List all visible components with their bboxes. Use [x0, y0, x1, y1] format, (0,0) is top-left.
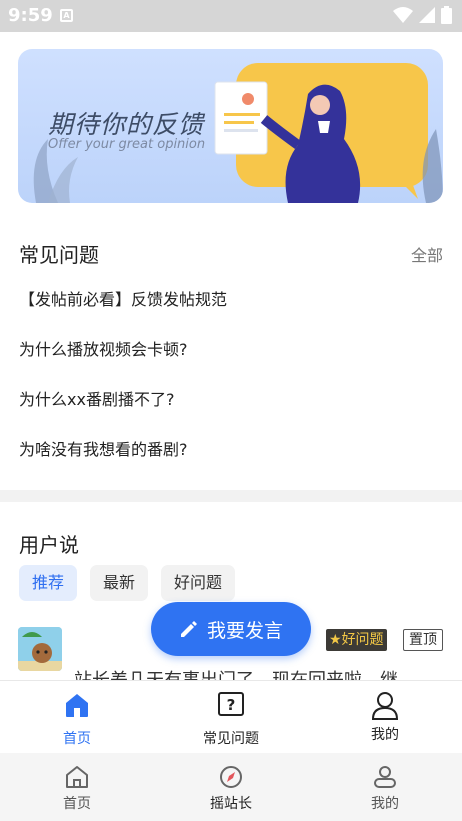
- good-question-badge: ★好问题: [326, 629, 387, 651]
- pinned-badge: 置顶: [403, 629, 443, 651]
- tab-faq-label: 常见问题: [203, 731, 259, 747]
- faq-item[interactable]: 为什么播放视频会卡顿?: [19, 336, 188, 360]
- nav-mine[interactable]: 我的: [308, 753, 462, 821]
- post-comment-button[interactable]: 我要发言: [151, 602, 311, 656]
- status-bar: 9:59 A: [0, 0, 462, 32]
- wifi-icon: [393, 7, 413, 23]
- tab-bar: 首页 ? 常见问题 我的: [0, 680, 462, 753]
- notification-icon: A: [60, 9, 73, 22]
- tab-faq[interactable]: ? 常见问题: [154, 681, 308, 754]
- nav-shake-owner[interactable]: 摇站长: [154, 753, 308, 821]
- tab-home[interactable]: 首页: [0, 681, 154, 754]
- tab-home-label: 首页: [63, 731, 91, 747]
- bottom-navigation: 首页 摇站长 我的: [0, 753, 462, 821]
- feedback-banner[interactable]: 期待你的反馈 Offer your great opinion: [18, 49, 443, 203]
- svg-text:?: ?: [227, 696, 236, 714]
- faq-item[interactable]: 为啥没有我想看的番剧?: [19, 436, 188, 460]
- banner-title: 期待你的反馈: [48, 110, 205, 139]
- star-icon: ★: [329, 632, 342, 648]
- user-icon: [374, 766, 396, 788]
- filter-chip-good-question[interactable]: 好问题: [161, 565, 236, 601]
- signal-icon: [419, 7, 435, 23]
- question-icon: ?: [218, 692, 244, 716]
- battery-icon: [441, 6, 452, 24]
- nav-mine-label: 我的: [371, 796, 399, 812]
- avatar[interactable]: [18, 627, 62, 671]
- post-comment-label: 我要发言: [206, 619, 283, 642]
- faq-item[interactable]: 【发帖前必看】反馈发帖规范: [19, 286, 227, 310]
- user-icon: [371, 692, 399, 720]
- home-icon: [66, 766, 88, 788]
- section-divider: [0, 490, 462, 502]
- tab-mine[interactable]: 我的: [308, 681, 462, 754]
- tab-mine-label: 我的: [371, 727, 399, 743]
- banner-subtitle: Offer your great opinion: [48, 137, 206, 152]
- nav-shake-owner-label: 摇站长: [210, 796, 252, 812]
- filter-chip-recommend[interactable]: 推荐: [19, 565, 78, 601]
- filter-chips: 推荐 最新 好问题: [19, 565, 236, 601]
- good-question-badge-label: 好问题: [341, 632, 384, 648]
- nav-home[interactable]: 首页: [0, 753, 154, 821]
- filter-chip-latest[interactable]: 最新: [90, 565, 149, 601]
- pencil-icon: [180, 621, 197, 637]
- home-icon: [66, 694, 88, 717]
- faq-heading: 常见问题: [19, 243, 99, 267]
- user-says-heading: 用户说: [19, 533, 79, 557]
- faq-item[interactable]: 为什么xx番剧播不了?: [19, 386, 174, 410]
- nav-home-label: 首页: [63, 796, 91, 812]
- compass-icon: [220, 766, 242, 788]
- status-time: 9:59: [8, 5, 53, 26]
- system-icons: [393, 6, 452, 24]
- faq-all-link[interactable]: 全部: [411, 242, 443, 266]
